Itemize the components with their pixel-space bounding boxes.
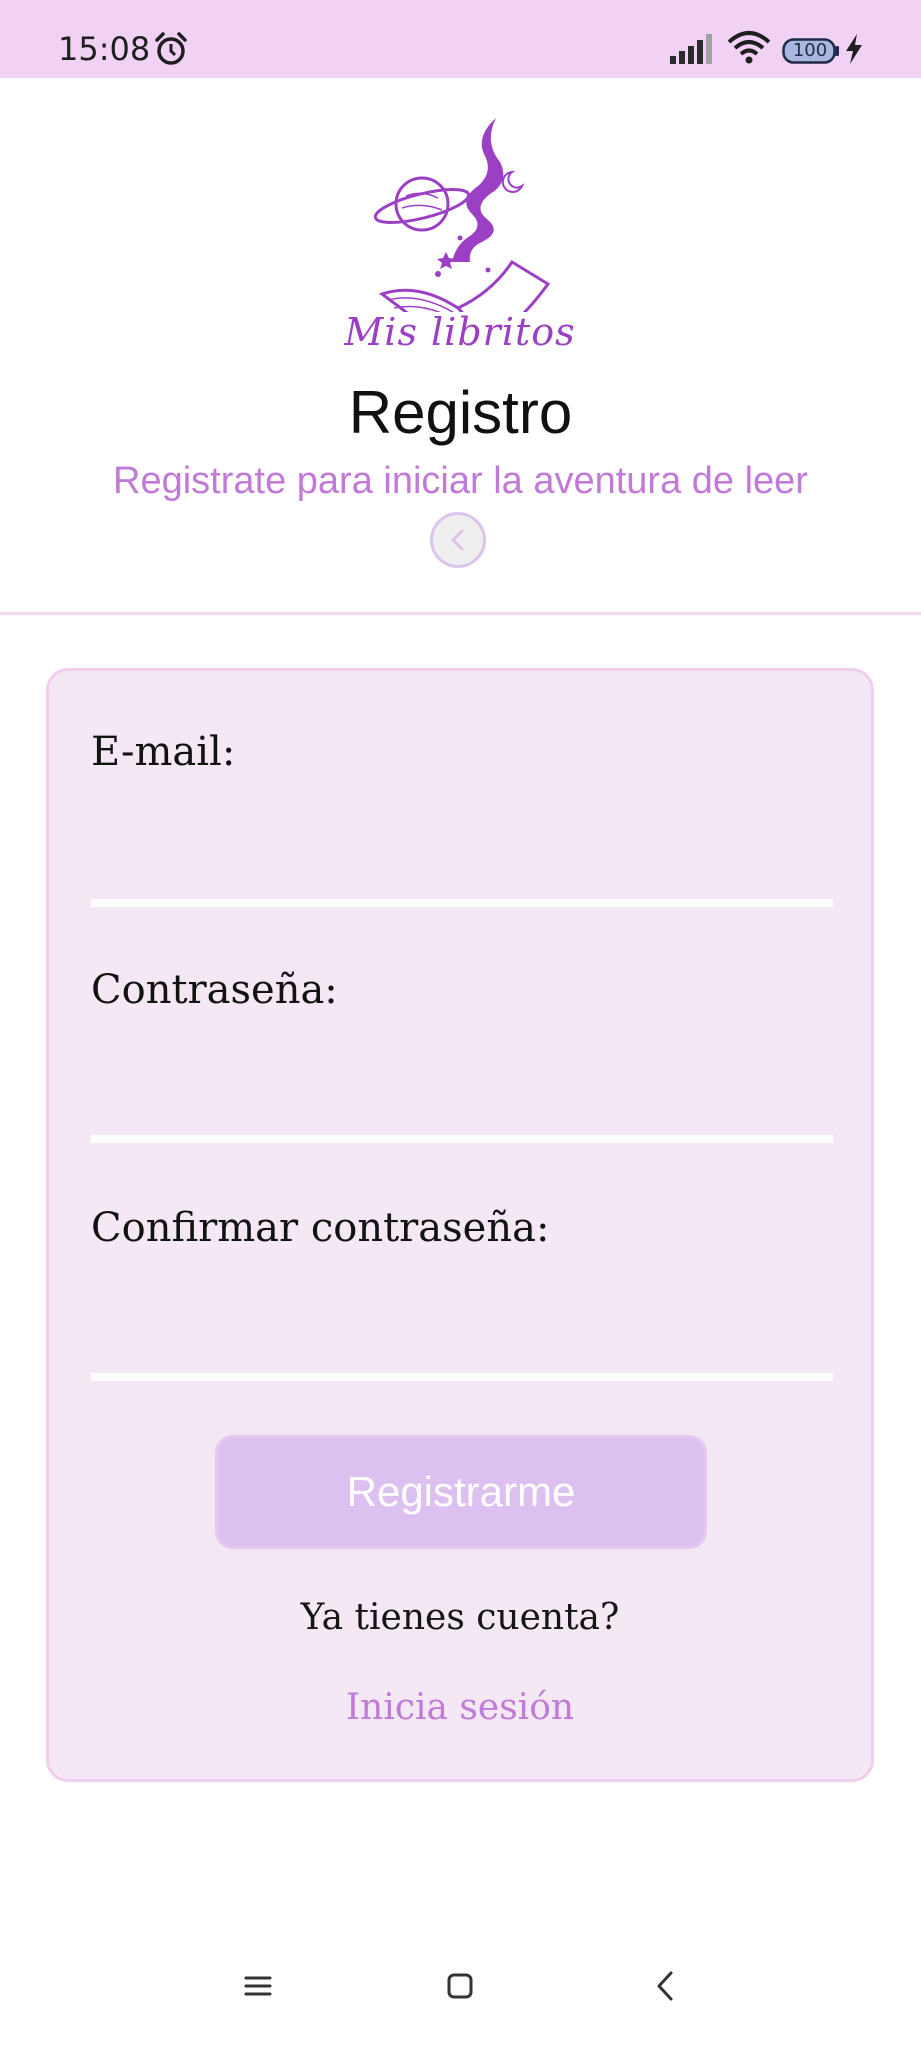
register-button[interactable]: Registrarme [215,1435,707,1549]
page-title: Registro [348,379,573,446]
battery-level: 100 [792,40,828,61]
register-card: E-mail: Contraseña: Confirmar contraseña… [46,668,874,1782]
back-button[interactable] [430,512,486,568]
charging-bolt-icon [846,34,862,64]
logo-text: Mis libritos [344,310,576,354]
password-label: Contraseña: [91,967,338,1013]
logo-illustration [373,118,551,312]
confirm-password-label: Confirmar contraseña: [91,1205,550,1251]
home-square-icon[interactable] [446,1972,474,2000]
signal-icon [670,34,712,64]
wifi-icon [727,31,771,64]
header-divider [0,612,921,615]
status-time: 15:08 [58,30,151,68]
login-link[interactable]: Inicia sesión [49,1687,871,1728]
alarm-icon [155,32,187,65]
password-field[interactable] [91,1071,833,1143]
email-field[interactable] [91,835,833,907]
back-chevron-icon[interactable] [654,1970,676,2002]
status-bar: 15:08 100 [0,0,921,78]
confirm-password-field[interactable] [91,1309,833,1381]
chevron-left-icon [451,529,464,551]
account-question: Ya tienes cuenta? [300,1597,620,1638]
email-label: E-mail: [91,729,236,775]
menu-icon[interactable] [244,1972,272,2000]
page-subtitle: Registrate para iniciar la aventura de l… [113,460,808,502]
